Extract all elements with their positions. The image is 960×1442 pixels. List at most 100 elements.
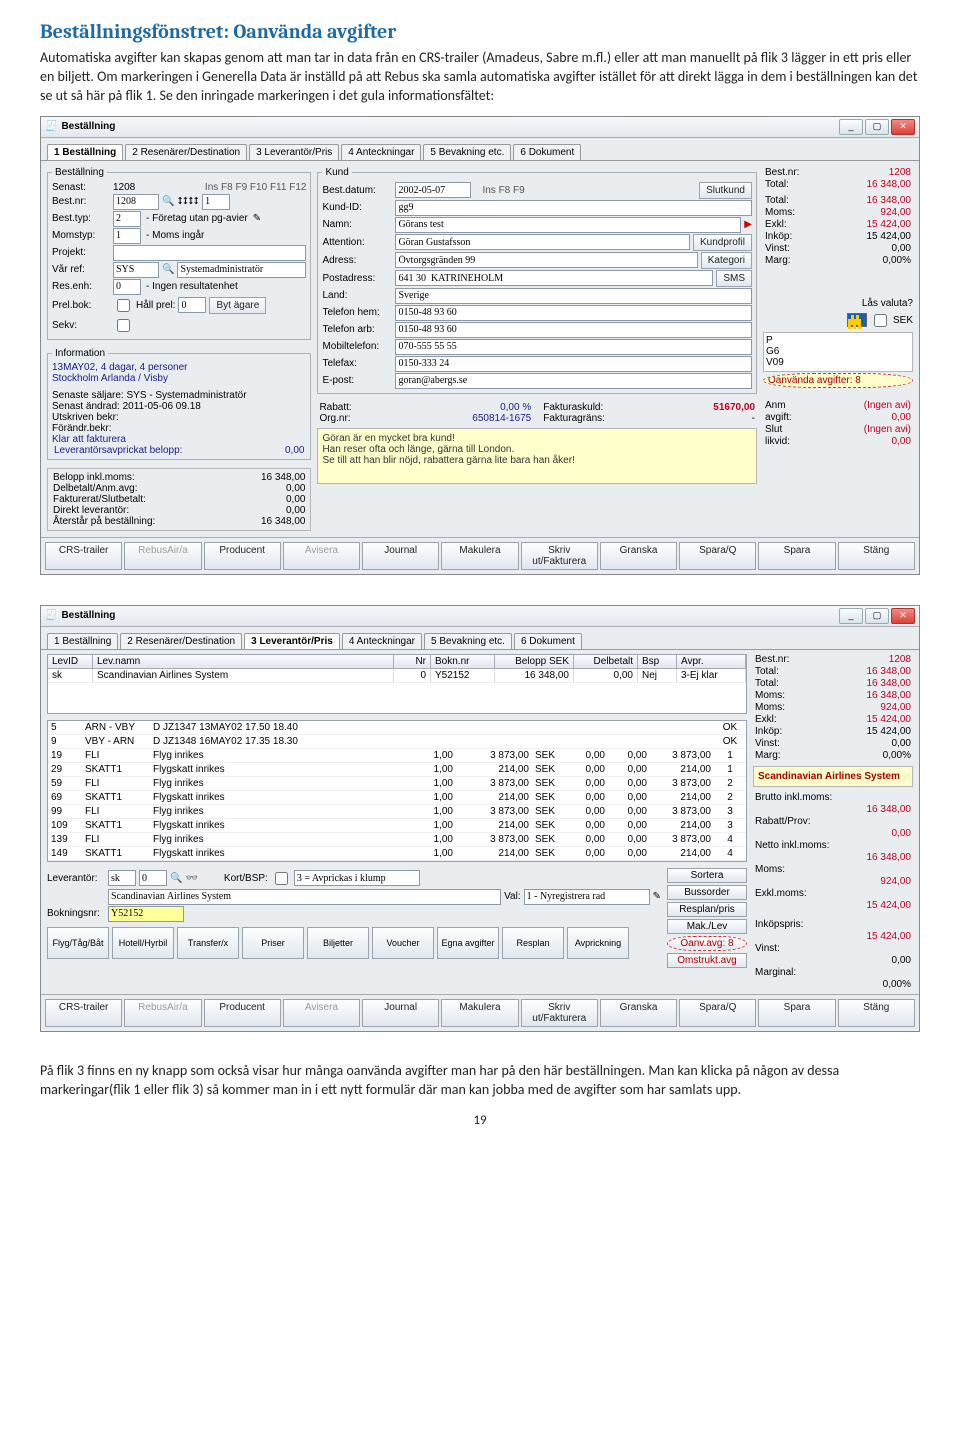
cat-priser[interactable]: Priser [242,927,304,959]
button-producent[interactable]: Producent [204,999,281,1027]
binoculars-icon[interactable]: 👓 [185,873,197,884]
input-land[interactable] [395,288,752,304]
cat-egna-avgifter[interactable]: Egna avgifter [437,927,499,959]
checkbox-prelbok[interactable] [117,299,130,312]
tab-6-dokument[interactable]: 6 Dokument [513,144,581,160]
search-icon[interactable]: 🔍 [162,196,174,207]
th-boknnr[interactable]: Bokn.nr [431,655,495,668]
button-skriv-ut[interactable]: Skriv ut/Fakturera [521,542,598,570]
button-rebusair[interactable]: RebusAir/a [124,542,201,570]
maximize-button[interactable]: ▢ [865,608,889,624]
checkbox-sekv[interactable] [117,319,130,332]
tab-4-anteckningar[interactable]: 4 Anteckningar [342,633,422,649]
button-producent[interactable]: Producent [204,542,281,570]
button-oanv-avg[interactable]: Oanv.avg: 8 [667,936,747,951]
minimize-button[interactable]: _ [839,608,863,624]
oanvanda-avgifter-badge[interactable]: Oanvända avgifter: 8 [763,373,913,388]
button-slutkund[interactable]: Slutkund [699,182,752,199]
input-kortbsp[interactable] [294,870,420,886]
tab-2-resenarer[interactable]: 2 Resenärer/Destination [125,144,247,160]
input-epost[interactable] [395,373,752,389]
button-kategori[interactable]: Kategori [701,252,752,269]
detail-table[interactable]: 5ARN - VBYD JZ1347 13MAY02 17.50 18.40OK… [47,720,747,862]
play-icon[interactable]: ▶ [744,219,752,230]
detail-row[interactable]: 149SKATT1Flygskatt inrikes1,00214,00SEK0… [48,847,746,861]
button-spara-q[interactable]: Spara/Q [679,542,756,570]
input-telarb[interactable] [395,322,752,338]
sort-arrows-icon[interactable]: ⭥⭥⭥⭥ [177,196,199,207]
button-mak-lev[interactable]: Mak./Lev [667,919,747,934]
detail-row[interactable]: 5ARN - VBYD JZ1347 13MAY02 17.50 18.40OK [48,721,746,735]
tab-2-resenarer[interactable]: 2 Resenärer/Destination [120,633,242,649]
detail-row[interactable]: 99FLIFlyg inrikes1,003 873,00SEK0,000,00… [48,805,746,819]
th-avpr[interactable]: Avpr. [677,655,746,668]
button-byt-agare[interactable]: Byt ägare [209,297,266,314]
search-icon[interactable]: 🔍 [170,873,182,884]
input-projekt[interactable] [113,245,306,261]
button-crs-trailer[interactable]: CRS-trailer [45,542,122,570]
th-levid[interactable]: LevID [48,655,93,668]
input-val[interactable] [524,889,650,905]
button-crs-trailer[interactable]: CRS-trailer [45,999,122,1027]
input-telhem[interactable] [395,305,752,321]
input-varref[interactable] [113,262,159,278]
pen-icon[interactable]: ✎ [653,891,661,902]
detail-row[interactable]: 139FLIFlyg inrikes1,003 873,00SEK0,000,0… [48,833,746,847]
input-bestdatum[interactable] [395,182,471,198]
detail-row[interactable]: 29SKATT1Flygskatt inrikes1,00214,00SEK0,… [48,763,746,777]
input-resenh[interactable] [113,279,141,295]
tab-6-dokument[interactable]: 6 Dokument [514,633,582,649]
tab-4-anteckningar[interactable]: 4 Anteckningar [341,144,421,160]
table-row[interactable]: sk Scandinavian Airlines System 0 Y52152… [48,669,746,683]
pen-icon[interactable]: ✎ [253,213,261,224]
cat-voucher[interactable]: Voucher [372,927,434,959]
button-stang[interactable]: Stäng [838,999,915,1027]
input-besttyp[interactable] [113,211,141,227]
th-nr[interactable]: Nr [394,655,431,668]
search-icon[interactable]: 🔍 [162,264,174,275]
input-mobil[interactable] [395,339,752,355]
maximize-button[interactable]: ▢ [865,119,889,135]
checkbox-las-valuta[interactable] [874,314,887,327]
button-granska[interactable]: Granska [600,999,677,1027]
input-telefax[interactable] [395,356,752,372]
th-delbet[interactable]: Delbetalt [574,655,638,668]
checkbox-kortbsp[interactable] [275,872,288,885]
button-omstrukt-avg[interactable]: Omstrukt.avg [667,953,747,968]
input-varref-name[interactable] [177,262,306,278]
button-sms[interactable]: SMS [716,270,752,287]
button-stang[interactable]: Stäng [838,542,915,570]
cat-biljetter[interactable]: Biljetter [307,927,369,959]
cat-avprickning[interactable]: Avprickning [567,927,629,959]
input-leverantor[interactable] [108,870,136,886]
button-spara[interactable]: Spara [758,999,835,1027]
detail-row[interactable]: 59FLIFlyg inrikes1,003 873,00SEK0,000,00… [48,777,746,791]
button-spara[interactable]: Spara [758,542,835,570]
tab-5-bevakning[interactable]: 5 Bevakning etc. [423,144,511,160]
detail-row[interactable]: 9VBY - ARND JZ1348 16MAY02 17.35 18.30OK [48,735,746,749]
button-makulera[interactable]: Makulera [441,542,518,570]
input-momstyp[interactable] [113,228,141,244]
minimize-button[interactable]: _ [839,119,863,135]
button-sortera[interactable]: Sortera [667,868,747,883]
th-bsp[interactable]: Bsp [638,655,677,668]
input-bestnr[interactable] [113,194,159,210]
tab-1-bestallning[interactable]: 1 Beställning [47,144,123,160]
button-rebusair[interactable]: RebusAir/a [124,999,201,1027]
th-levnamn[interactable]: Lev.namn [93,655,394,668]
detail-row[interactable]: 109SKATT1Flygskatt inrikes1,00214,00SEK0… [48,819,746,833]
input-sort[interactable] [202,194,230,210]
input-adress[interactable] [395,252,697,268]
cat-transfer[interactable]: Transfer/x [177,927,239,959]
button-makulera[interactable]: Makulera [441,999,518,1027]
input-postadress[interactable] [395,270,713,286]
button-bussorder[interactable]: Bussorder [667,885,747,900]
close-button[interactable]: ✕ [891,119,915,135]
cat-flyg[interactable]: Flyg/Tåg/Båt [47,927,109,959]
tab-3-leverantor[interactable]: 3 Leverantör/Pris [249,144,339,160]
tab-5-bevakning[interactable]: 5 Bevakning etc. [424,633,512,649]
button-avisera[interactable]: Avisera [283,999,360,1027]
input-bokningsnr[interactable] [108,906,184,922]
input-levnamn[interactable] [108,889,501,905]
close-button[interactable]: ✕ [891,608,915,624]
